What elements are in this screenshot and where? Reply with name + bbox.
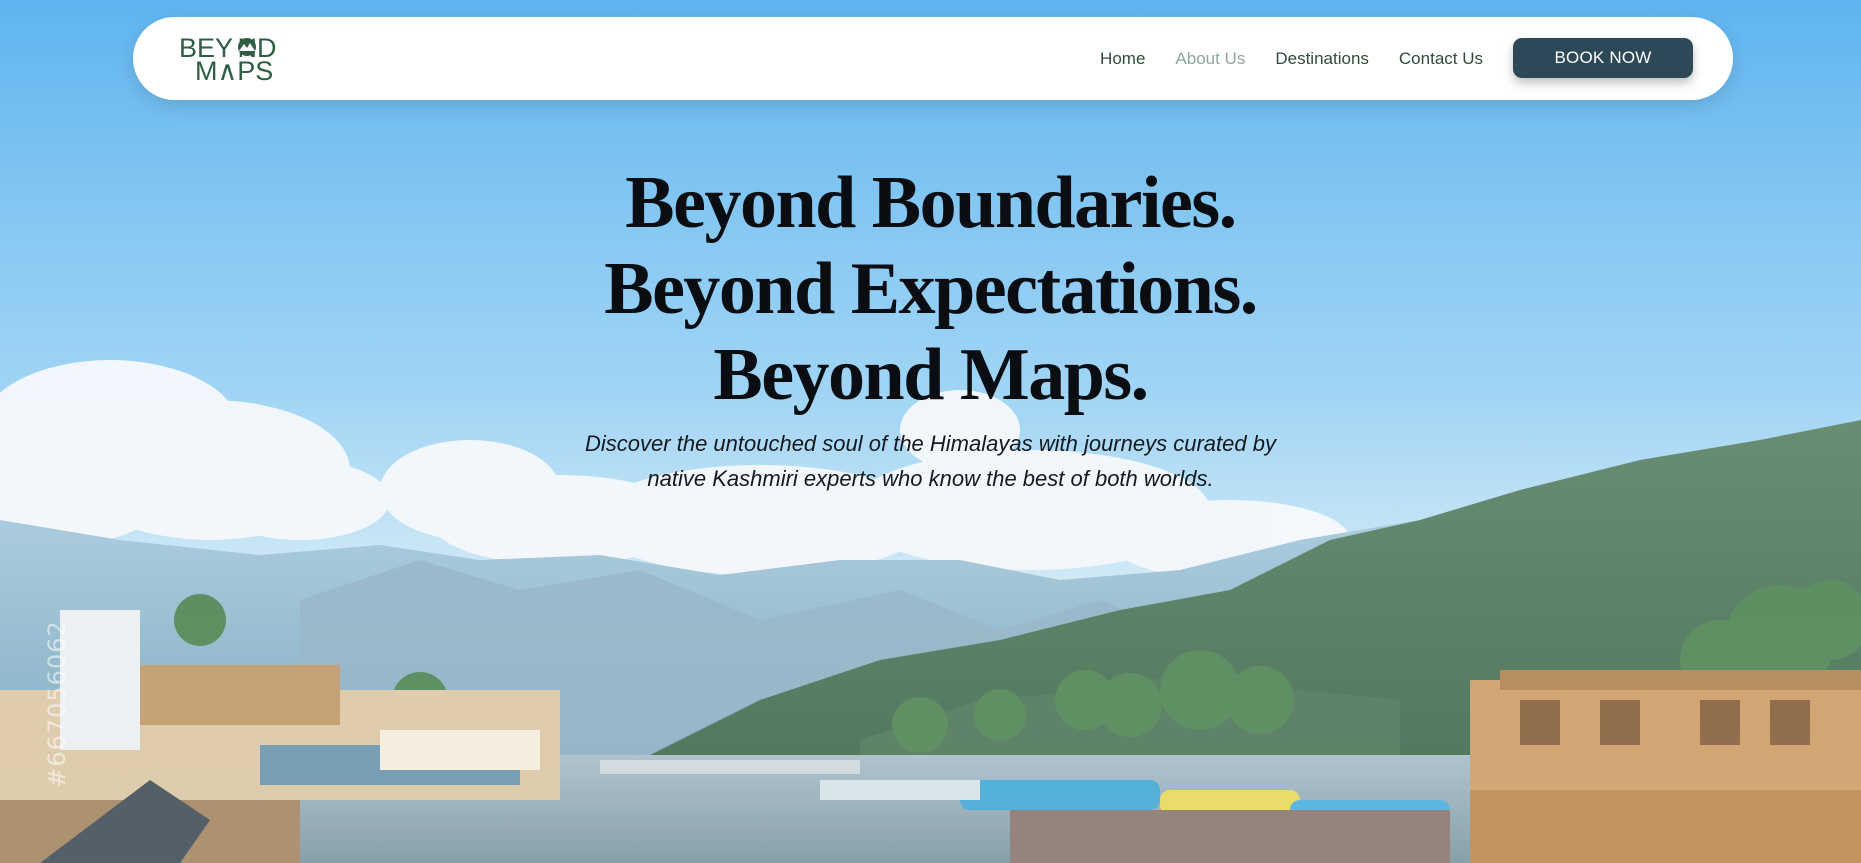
hero-subtitle: Discover the untouched soul of the Himal… [0,426,1861,496]
logo-text-bottom: M∧PS [195,56,274,86]
brand-logo[interactable]: BEY ND M∧PS [179,35,289,86]
navbar: BEY ND M∧PS Home About Us Destinations C… [133,17,1733,100]
hero-headline: Beyond Boundaries. Beyond Expectations. … [0,160,1861,418]
nav-link-contact-us[interactable]: Contact Us [1399,49,1483,69]
mountain-icon [238,38,256,56]
headline-line-3: Beyond Maps. [713,334,1149,416]
subtitle-line-1: Discover the untouched soul of the Himal… [585,431,1276,456]
nav-link-destinations[interactable]: Destinations [1275,49,1369,69]
nav-link-about-us[interactable]: About Us [1175,49,1245,69]
nav-menu: Home About Us Destinations Contact Us [1100,17,1483,100]
headline-line-2: Beyond Expectations. [604,248,1258,330]
image-watermark: #667056062 [43,620,71,788]
subtitle-line-2: native Kashmiri experts who know the bes… [647,466,1214,491]
nav-link-home[interactable]: Home [1100,49,1145,69]
book-now-button[interactable]: BOOK NOW [1513,38,1693,78]
headline-line-1: Beyond Boundaries. [625,162,1237,244]
